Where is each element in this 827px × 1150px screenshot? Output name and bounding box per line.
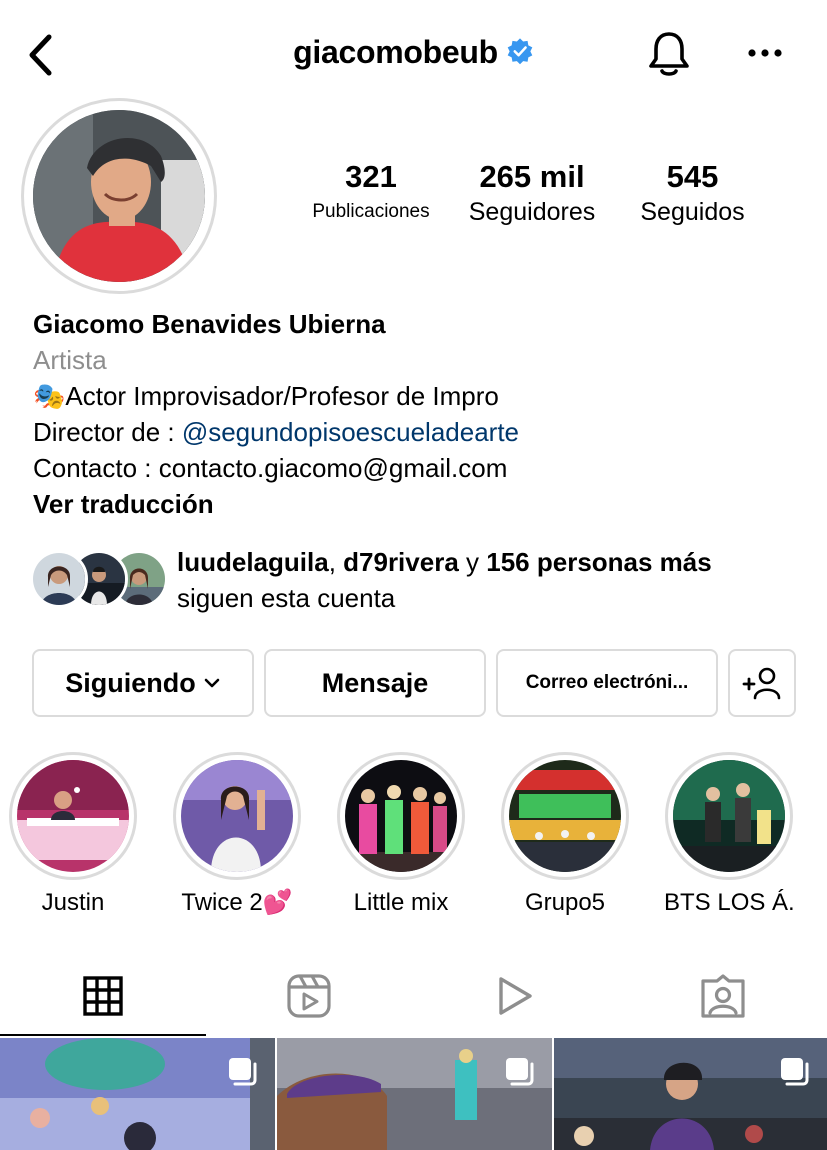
highlight-cover [181,760,293,872]
notifications-button[interactable] [645,28,693,80]
bell-icon [649,32,689,76]
profile-username: giacomobeub [293,34,498,70]
post-thumbnail[interactable] [0,1038,275,1150]
following-count-label: Seguidos [640,198,745,226]
full-name: Giacomo Benavides Ubierna [33,309,386,339]
bio-line-2-prefix: Director de : [33,417,182,447]
following-count[interactable]: 545 Seguidos [620,158,765,228]
more-horizontal-icon [748,49,782,57]
following-count-value: 545 [666,159,719,194]
following-button[interactable]: Siguiendo [32,649,254,717]
highlight-ring [9,752,137,880]
bio-line-2: Director de : @segundopisoescueladearte [33,414,813,450]
more-options-button[interactable] [740,36,790,70]
multiple-posts-icon [506,1058,534,1086]
highlight-cover [17,760,129,872]
highlight-label: Little mix [353,889,449,916]
message-button[interactable]: Mensaje [264,649,486,717]
mention-link[interactable]: @segundopisoescueladearte [182,417,519,447]
chevron-down-icon [204,678,220,688]
highlight-ring [665,752,793,880]
theater-masks-icon: 🎭 [33,381,66,411]
mutual-followers-avatars [30,550,168,610]
tab-reels[interactable] [206,955,412,1037]
highlight-ring [173,752,301,880]
followed-by-line-1: luudelaguila, d79rivera y 156 personas m… [177,544,712,580]
play-icon [499,977,532,1015]
highlight-grupo5[interactable]: Grupo5 [500,752,630,919]
bio-line-1: 🎭Actor Improvisador/Profesor de Impro [33,378,813,414]
profile-bio: Giacomo Benavides Ubierna Artista 🎭Actor… [33,306,813,522]
highlight-bts-los-angeles[interactable]: BTS LOS Á... [664,752,794,919]
mutual-user-2: d79rivera [343,547,459,577]
message-button-label: Mensaje [321,667,429,698]
tab-posts-grid[interactable] [0,955,206,1037]
bio-line-3: Contacto : contacto.giacomo@gmail.com [33,453,508,483]
title-wrap: giacomobeub [0,34,827,71]
following-button-label: Siguiendo [65,667,196,698]
email-button-label: Correo electróni... [525,672,689,693]
highlight-label: Justin [41,889,105,916]
tagged-icon [701,974,745,1018]
posts-count[interactable]: 321 Publicaciones [296,158,446,228]
followed-by-separator: , [328,547,344,577]
highlight-cover [509,760,621,872]
posts-count-label: Publicaciones [312,201,430,222]
mutual-user-1: luudelaguila [177,547,329,577]
email-button[interactable]: Correo electróni... [496,649,718,717]
multiple-posts-icon [229,1058,257,1086]
profile-photo [33,110,205,282]
top-bar: giacomobeub [0,0,827,100]
tab-tagged[interactable] [620,955,826,1037]
highlight-ring [337,752,465,880]
suggested-users-button[interactable] [728,649,796,717]
category-label: Artista [33,345,107,375]
followed-by[interactable]: luudelaguila, d79rivera y 156 personas m… [30,544,820,618]
highlight-ring [501,752,629,880]
active-tab-indicator [0,1034,206,1036]
see-translation-link[interactable]: Ver traducción [33,486,813,522]
followed-by-connector: y [458,547,487,577]
followed-by-text: luudelaguila, d79rivera y 156 personas m… [177,544,712,616]
highlight-cover [673,760,785,872]
followers-count-label: Seguidores [468,198,596,226]
multiple-posts-icon [781,1058,809,1086]
highlight-cover [345,760,457,872]
add-user-icon [742,667,781,700]
highlight-justin[interactable]: Justin [8,752,138,919]
highlight-label: BTS LOS Á... [664,889,794,916]
profile-avatar[interactable] [21,98,217,294]
mutual-follower-avatar [30,550,88,608]
grid-icon [83,976,123,1016]
highlight-little-mix[interactable]: Little mix [336,752,466,919]
bio-line-1-text: Actor Improvisador/Profesor de Impro [65,381,499,411]
highlight-twice-2[interactable]: Twice 2💕 [172,752,302,919]
verified-badge-icon [507,37,533,64]
post-thumbnail[interactable] [277,1038,552,1150]
mutual-others-count: 156 personas más [486,547,712,577]
profile-tabs [0,955,827,1037]
followed-by-line-2: siguen esta cuenta [177,583,396,613]
followers-count-value: 265 mil [479,159,585,194]
followers-count[interactable]: 265 mil Seguidores [456,158,608,228]
highlight-label: Twice 2💕 [181,889,293,916]
post-thumbnail[interactable] [554,1038,827,1150]
reels-icon [287,974,331,1018]
highlight-label: Grupo5 [524,889,606,916]
tab-videos[interactable] [412,955,618,1037]
posts-count-value: 321 [345,159,397,194]
